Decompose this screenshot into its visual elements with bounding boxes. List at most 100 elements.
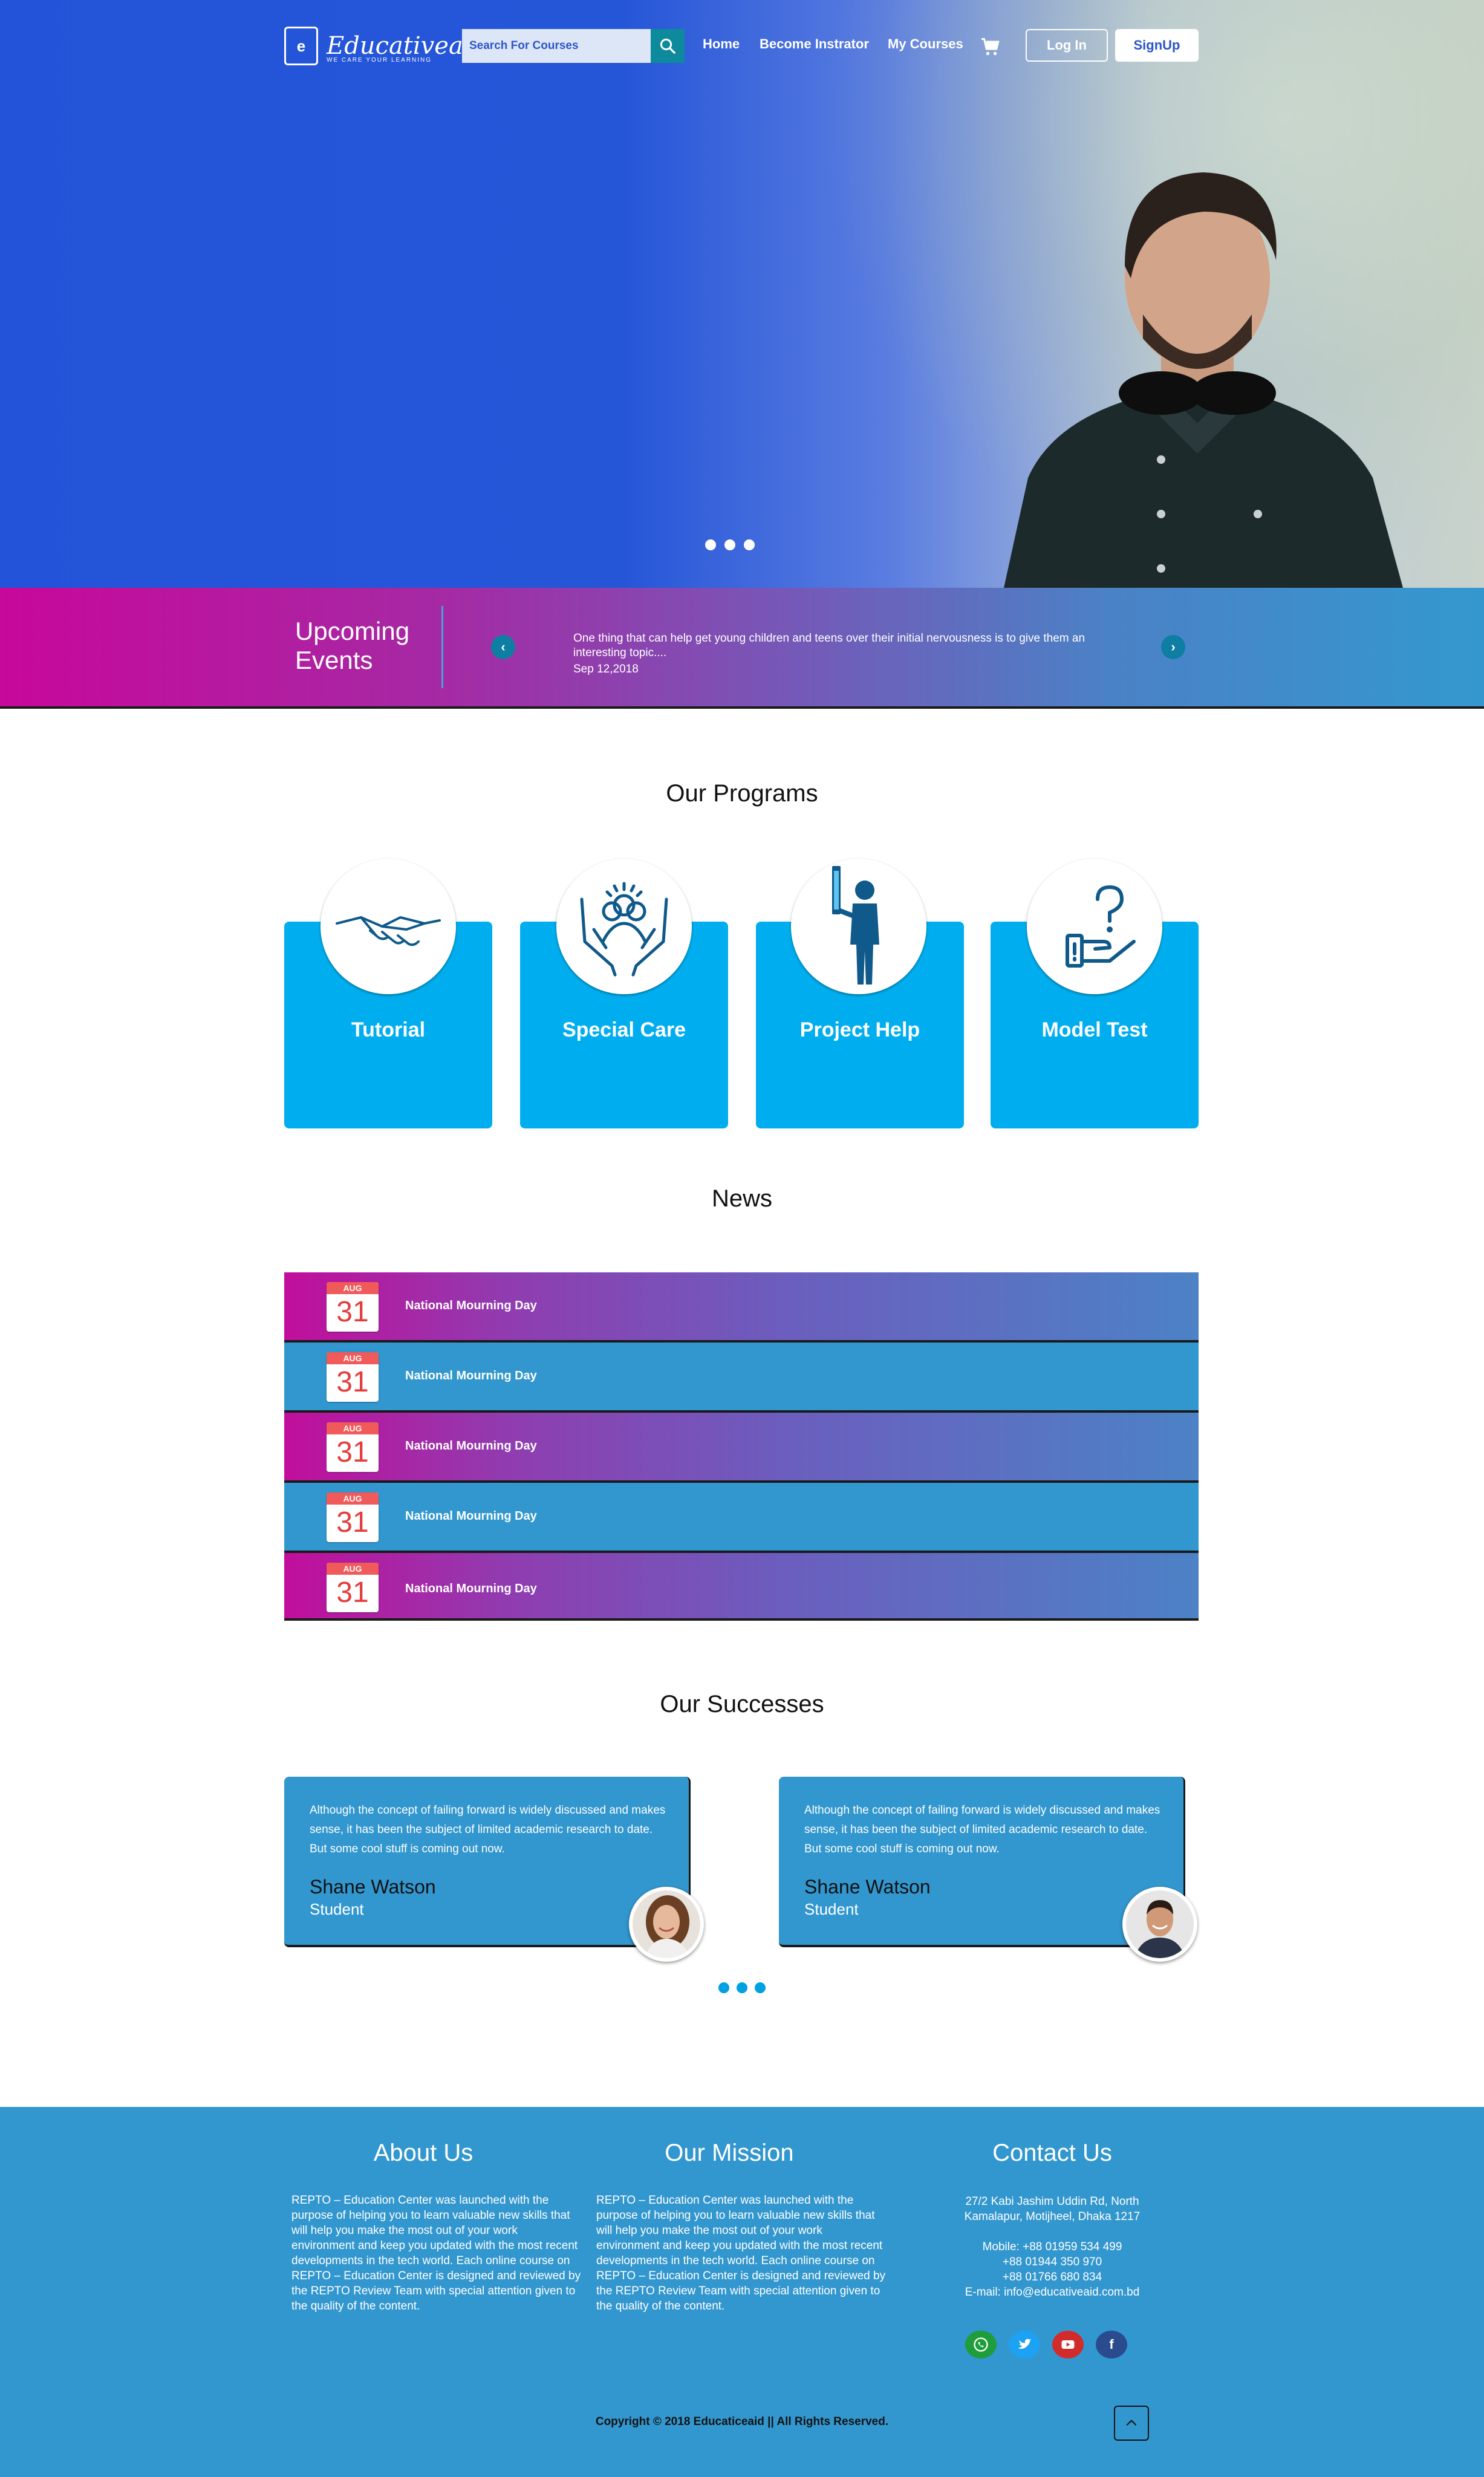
address-line: 27/2 Kabi Jashim Uddin Rd, North <box>965 2195 1139 2208</box>
facebook-button[interactable]: f <box>1096 2331 1127 2358</box>
youtube-button[interactable] <box>1052 2331 1084 2358</box>
event-description: One thing that can help get young childr… <box>573 632 1085 659</box>
testimonial-role: Student <box>310 1900 364 1918</box>
testimonial-role: Student <box>804 1900 859 1918</box>
program-icon-circle <box>791 859 926 994</box>
calendar-day: 31 <box>336 1506 369 1538</box>
news-item[interactable]: AUG 31 National Mourning Day <box>284 1553 1199 1621</box>
calendar-icon: AUG 31 <box>327 1352 379 1402</box>
testimonial-text: Although the concept of failing forward … <box>804 1804 1160 1855</box>
news-item[interactable]: AUG 31 National Mourning Day <box>284 1343 1199 1413</box>
logo-icon: e <box>284 27 318 65</box>
person-project-icon <box>832 866 879 985</box>
site-footer: About Us Our Mission Contact Us REPTO – … <box>0 2107 1484 2477</box>
care-hands-icon <box>580 882 668 977</box>
man-avatar-icon <box>1126 1890 1194 1958</box>
hero-person-image <box>1004 172 1403 588</box>
youtube-icon <box>1061 2340 1075 2349</box>
hero-slider-dots <box>705 539 755 550</box>
calendar-day: 31 <box>336 1366 369 1398</box>
search-button[interactable] <box>651 29 685 63</box>
twitter-button[interactable] <box>1009 2331 1040 2358</box>
program-icon-circle <box>556 859 692 994</box>
calendar-day: 31 <box>336 1436 369 1468</box>
whatsapp-icon <box>974 2337 988 2352</box>
nav-become-instructor[interactable]: Become Instrator <box>760 36 869 52</box>
events-divider <box>441 606 443 688</box>
news-item[interactable]: AUG 31 National Mourning Day <box>284 1272 1199 1343</box>
chevron-up-icon <box>1126 2420 1137 2426</box>
upcoming-events-bar: Upcoming Events ‹ One thing that can hel… <box>0 588 1484 709</box>
mobile-line: Mobile: +88 01959 534 499 <box>982 2241 1122 2253</box>
handshake-icon <box>336 916 441 946</box>
address-line: Kamalapur, Motijheel, Dhaka 1217 <box>964 2210 1141 2223</box>
news-item-title: National Mourning Day <box>405 1299 537 1312</box>
calendar-day: 31 <box>336 1296 369 1328</box>
nav-my-courses[interactable]: My Courses <box>888 36 963 52</box>
back-to-top-button[interactable] <box>1114 2406 1149 2441</box>
success-slide-dot[interactable] <box>755 1982 766 1993</box>
twitter-icon <box>1018 2339 1032 2349</box>
testimonial-name: Shane Watson <box>310 1876 436 1898</box>
events-next-button[interactable]: › <box>1161 635 1185 659</box>
calendar-icon: AUG 31 <box>327 1492 379 1542</box>
calendar-month: AUG <box>327 1563 379 1575</box>
cart-icon[interactable] <box>980 36 1001 58</box>
program-label-tutorial: Tutorial <box>351 1018 426 1041</box>
about-title: About Us <box>373 2140 474 2166</box>
signup-button[interactable]: SignUp <box>1115 29 1199 62</box>
program-label-special-care: Special Care <box>562 1018 686 1041</box>
contact-info: 27/2 Kabi Jashim Uddin Rd, North Kamalap… <box>889 2194 1216 2300</box>
program-icon-circle <box>321 859 456 994</box>
chevron-left-icon: ‹ <box>501 639 506 654</box>
calendar-month: AUG <box>327 1282 379 1294</box>
calendar-day: 31 <box>336 1577 369 1609</box>
whatsapp-button[interactable] <box>965 2331 997 2358</box>
mobile-line: +88 01944 350 970 <box>1002 2256 1102 2268</box>
woman-avatar-icon <box>633 1890 700 1958</box>
nav-home[interactable]: Home <box>703 36 740 52</box>
logo-tagline: WE CARE YOUR LEARNING <box>327 57 432 63</box>
successes-slider-dots <box>718 1982 766 1993</box>
programs-title: Our Programs <box>666 780 818 807</box>
search-icon <box>660 38 675 54</box>
testimonial-text: Although the concept of failing forward … <box>310 1804 666 1855</box>
mission-title: Our Mission <box>665 2140 794 2166</box>
successes-title: Our Successes <box>660 1691 824 1717</box>
calendar-month: AUG <box>327 1492 379 1505</box>
news-item-title: National Mourning Day <box>405 1439 537 1453</box>
events-prev-button[interactable]: ‹ <box>491 635 515 659</box>
avatar <box>629 1887 704 1962</box>
news-item-title: National Mourning Day <box>405 1509 537 1523</box>
hero-slide-dot[interactable] <box>724 539 735 550</box>
chevron-right-icon: › <box>1171 639 1176 654</box>
search-input[interactable] <box>462 29 651 63</box>
site-logo[interactable]: e Educativeaid WE CARE YOUR LEARNING <box>284 27 486 65</box>
email-line[interactable]: E-mail: info@educativeaid.com.bd <box>889 2285 1216 2300</box>
news-item-title: National Mourning Day <box>405 1582 537 1595</box>
login-button[interactable]: Log In <box>1026 29 1108 62</box>
question-hand-icon <box>1066 885 1136 968</box>
hero-banner: e Educativeaid WE CARE YOUR LEARNING Hom… <box>0 0 1484 588</box>
testimonial-name: Shane Watson <box>804 1876 931 1898</box>
calendar-icon: AUG 31 <box>327 1563 379 1612</box>
events-title: Upcoming Events <box>295 617 410 674</box>
program-icon-circle <box>1027 859 1162 994</box>
contact-title: Contact Us <box>992 2140 1112 2166</box>
avatar <box>1122 1887 1197 1962</box>
news-item[interactable]: AUG 31 National Mourning Day <box>284 1413 1199 1483</box>
success-slide-dot[interactable] <box>737 1982 747 1993</box>
news-item[interactable]: AUG 31 National Mourning Day <box>284 1483 1199 1553</box>
facebook-icon: f <box>1109 2337 1114 2352</box>
program-label-model-test: Model Test <box>1041 1018 1148 1041</box>
calendar-icon: AUG 31 <box>327 1422 379 1472</box>
program-label-project-help: Project Help <box>799 1018 920 1041</box>
news-item-title: National Mourning Day <box>405 1369 537 1382</box>
calendar-month: AUG <box>327 1352 379 1364</box>
hero-slide-dot[interactable] <box>705 539 716 550</box>
hero-slide-dot[interactable] <box>744 539 755 550</box>
success-slide-dot[interactable] <box>718 1982 729 1993</box>
about-text: REPTO – Education Center was launched wi… <box>291 2194 581 2313</box>
mission-text: REPTO – Education Center was launched wi… <box>596 2194 886 2313</box>
news-title: News <box>711 1185 773 1212</box>
